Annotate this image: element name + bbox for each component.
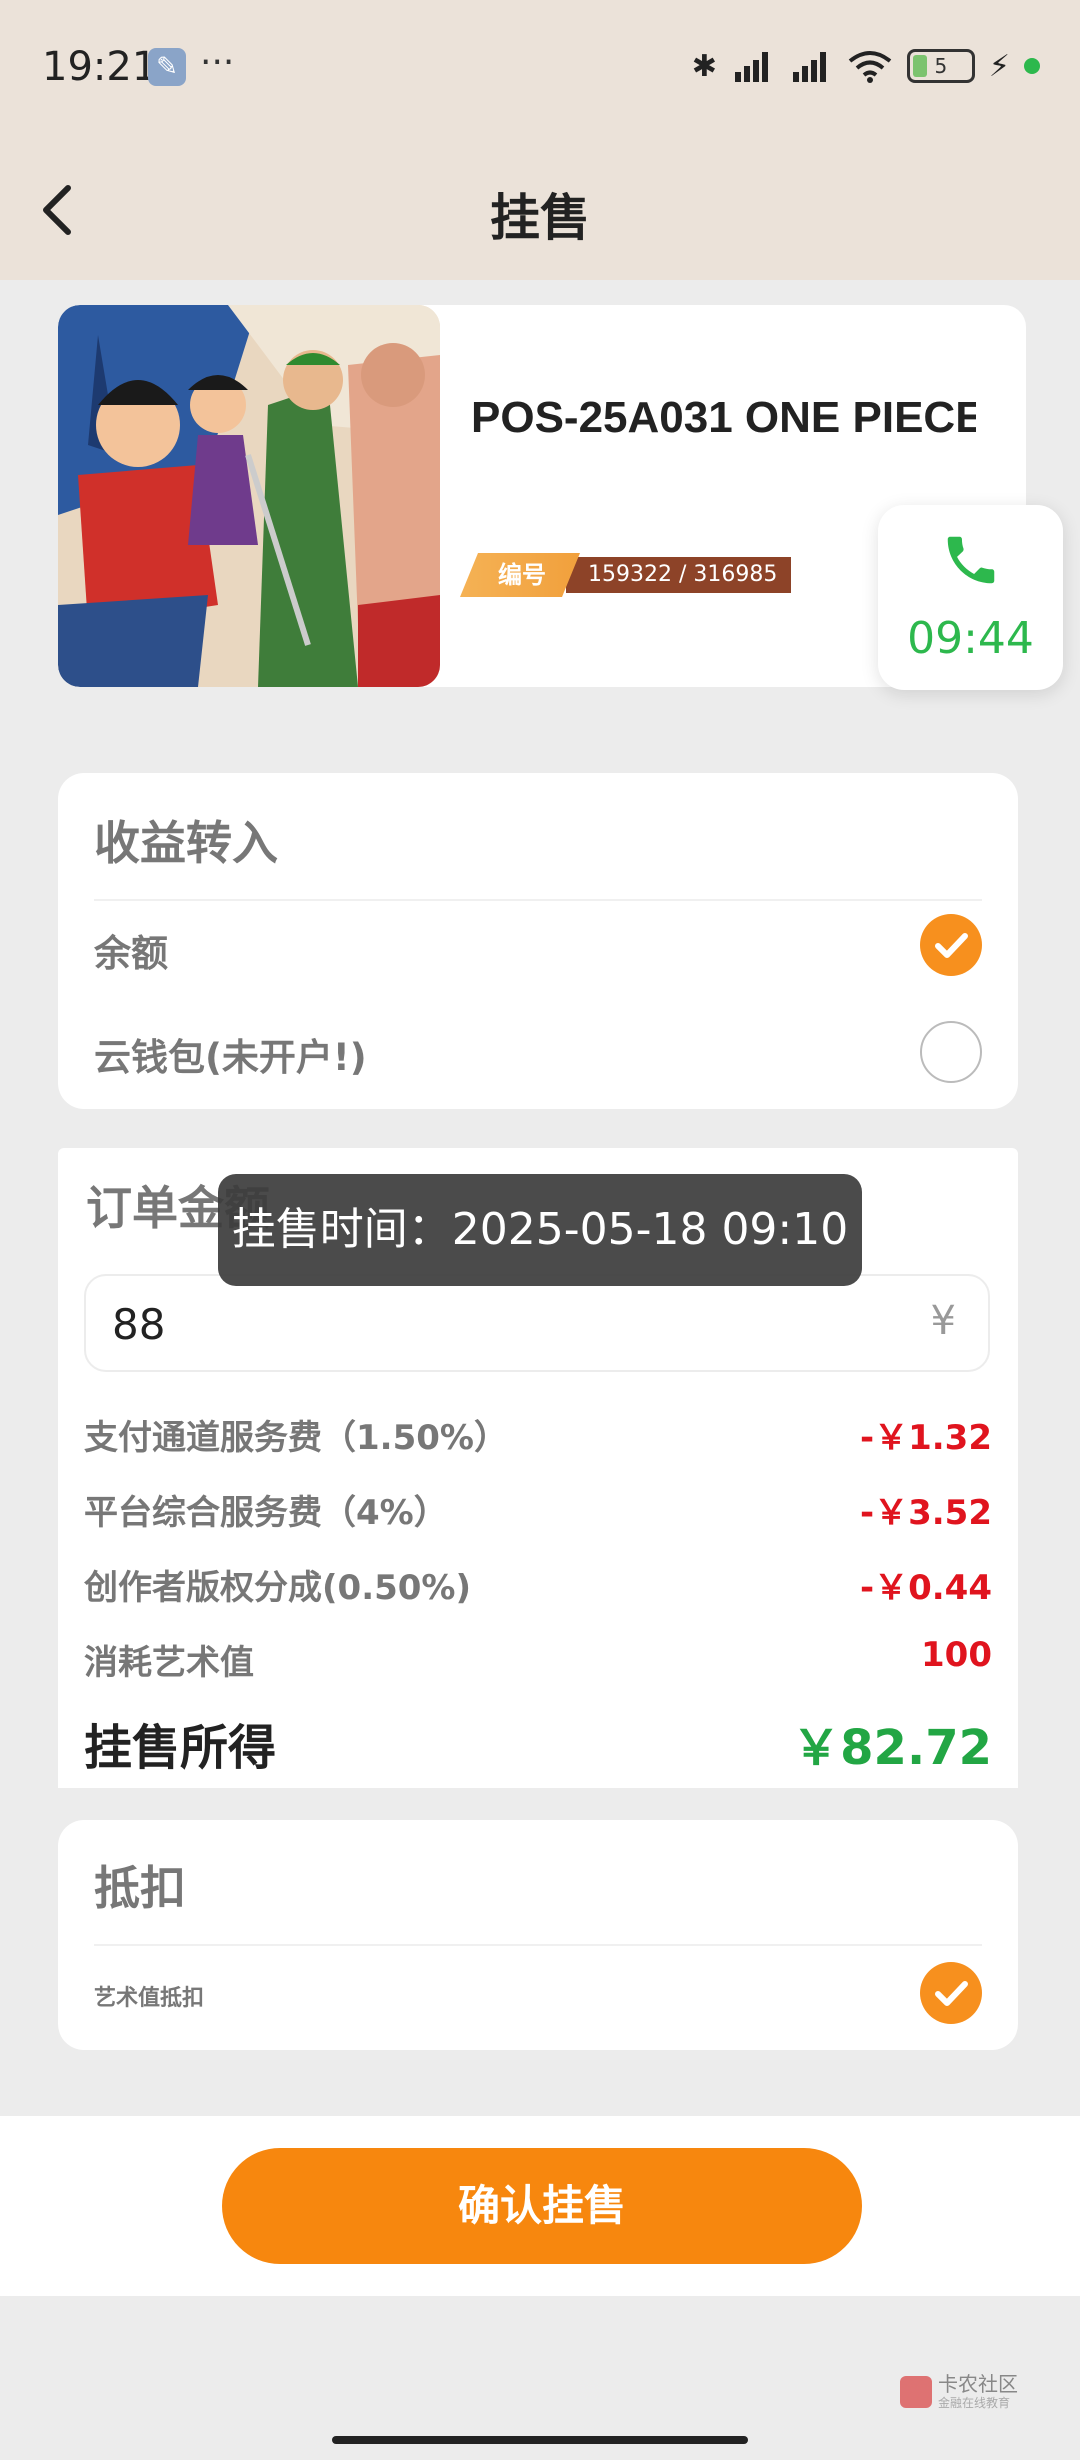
watermark: 卡农社区 金融在线教育 bbox=[900, 2374, 1018, 2409]
serial-label: 编号 bbox=[460, 553, 580, 597]
fee-row: 创作者版权分成(0.50%) -￥0.44 bbox=[84, 1560, 992, 1610]
home-indicator[interactable] bbox=[332, 2436, 748, 2444]
signal-hd-icon bbox=[792, 52, 826, 82]
wifi-icon bbox=[848, 51, 892, 83]
option-cloud-wallet-checkbox[interactable] bbox=[920, 1021, 982, 1083]
deduction-title: 抵扣 bbox=[94, 1861, 186, 1915]
fee-label: 平台综合服务费（4%） bbox=[84, 1493, 448, 1533]
fee-label: 创作者版权分成(0.50%) bbox=[84, 1568, 472, 1608]
battery-level: 5 bbox=[934, 54, 948, 78]
call-widget[interactable]: 09:44 bbox=[878, 505, 1063, 690]
fee-value: -￥0.44 bbox=[860, 1568, 992, 1608]
fee-label: 消耗艺术值 bbox=[84, 1643, 254, 1683]
page-title: 挂售 bbox=[490, 189, 590, 247]
fee-row: 支付通道服务费（1.50%） -￥1.32 bbox=[84, 1410, 992, 1460]
more-notifications-icon: ··· bbox=[200, 42, 235, 83]
divider bbox=[94, 899, 982, 901]
privacy-indicator-icon bbox=[1024, 58, 1040, 74]
signal-hd-icon bbox=[734, 52, 768, 82]
bluetooth-icon: ✱ bbox=[691, 48, 717, 84]
toast-message: 挂售时间：2025-05-18 09:10 bbox=[218, 1174, 862, 1286]
income-card: 收益转入 余额 云钱包(未开户!) bbox=[58, 773, 1018, 1109]
option-balance-label[interactable]: 余额 bbox=[94, 923, 168, 977]
check-icon bbox=[935, 1981, 968, 2006]
status-time: 19:21 bbox=[42, 44, 158, 90]
fee-value: -￥3.52 bbox=[860, 1493, 992, 1533]
serial-value: 159322 / 316985 bbox=[566, 557, 792, 593]
fee-label: 支付通道服务费（1.50%） bbox=[84, 1418, 508, 1458]
status-icons: ✱ 5 ⚡ bbox=[692, 46, 1040, 86]
art-value-deduction-checkbox[interactable] bbox=[920, 1962, 982, 2024]
yen-icon: ¥ bbox=[930, 1298, 956, 1344]
watermark-logo-icon bbox=[900, 2375, 932, 2408]
serial-badge: 编号 159322 / 316985 bbox=[460, 553, 792, 597]
option-balance-checkbox[interactable] bbox=[920, 914, 982, 976]
proceeds-value: ￥82.72 bbox=[792, 1720, 992, 1776]
amount-input[interactable]: 88 ¥ bbox=[84, 1274, 990, 1372]
divider bbox=[94, 1944, 982, 1946]
phone-icon bbox=[947, 536, 995, 584]
call-timer: 09:44 bbox=[907, 613, 1034, 664]
fee-value: 100 bbox=[921, 1635, 992, 1675]
watermark-main: 卡农社区 bbox=[938, 2372, 1018, 2396]
check-icon bbox=[935, 933, 968, 958]
income-title: 收益转入 bbox=[94, 816, 278, 870]
deduction-card: 抵扣 艺术值抵扣 bbox=[58, 1820, 1018, 2050]
art-value-deduction-label[interactable]: 艺术值抵扣 bbox=[94, 1980, 204, 2012]
battery-icon: 5 bbox=[906, 49, 975, 83]
fee-value: -￥1.32 bbox=[860, 1418, 992, 1458]
fee-row: 平台综合服务费（4%） -￥3.52 bbox=[84, 1485, 992, 1535]
product-name: POS-25A031 ONE PIECE bbox=[471, 393, 976, 442]
nav-bar: 挂售 bbox=[0, 140, 1080, 280]
watermark-sub: 金融在线教育 bbox=[938, 2396, 1011, 2410]
product-image bbox=[58, 305, 440, 687]
confirm-sale-button[interactable]: 确认挂售 bbox=[222, 2148, 862, 2264]
bottom-action-bar: 确认挂售 bbox=[0, 2116, 1080, 2296]
amount-value: 88 bbox=[112, 1300, 166, 1349]
wrench-icon: ✎ bbox=[148, 48, 186, 86]
status-bar: 19:21 ✎ ··· ✱ 5 ⚡ bbox=[0, 0, 1080, 140]
charging-icon: ⚡ bbox=[988, 48, 1010, 84]
fee-row: 消耗艺术值 100 bbox=[84, 1635, 992, 1685]
option-cloud-wallet-label[interactable]: 云钱包(未开户!) bbox=[94, 1027, 367, 1081]
proceeds-label: 挂售所得 bbox=[84, 1720, 277, 1776]
